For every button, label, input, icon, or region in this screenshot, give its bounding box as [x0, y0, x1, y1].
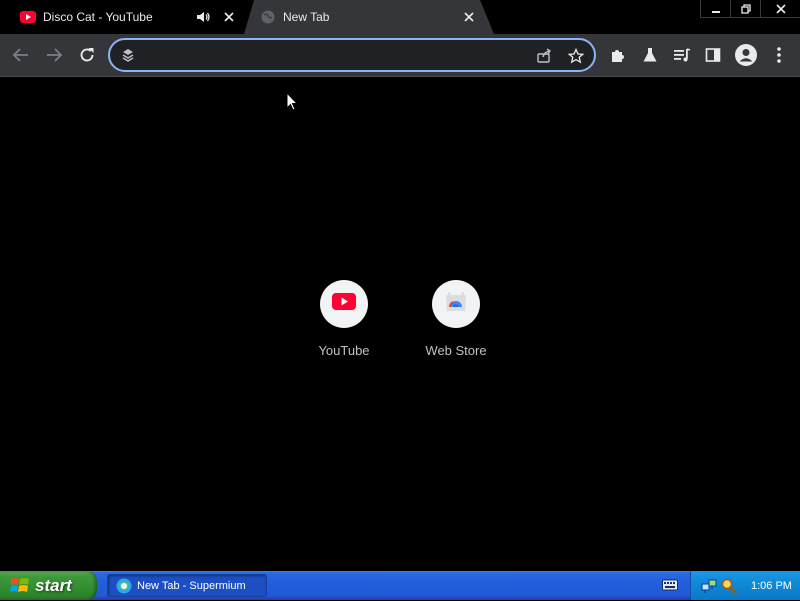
tab-youtube[interactable]: Disco Cat - YouTube [8, 0, 244, 34]
speaker-icon[interactable] [194, 8, 212, 26]
address-input[interactable] [144, 46, 524, 64]
youtube-icon [332, 293, 356, 315]
labs-flask-icon[interactable] [638, 43, 662, 67]
network-icon[interactable] [701, 578, 717, 594]
shortcut-label: Web Store [425, 343, 487, 358]
tab-title: New Tab [283, 10, 330, 24]
shortcut-label: YouTube [318, 343, 370, 358]
new-tab-page: YouTube Web Store [0, 78, 800, 571]
minimize-button[interactable] [700, 0, 730, 18]
media-queue-icon[interactable] [670, 43, 694, 67]
close-icon[interactable] [220, 8, 238, 26]
start-button[interactable]: start [0, 571, 97, 600]
supermium-icon [116, 578, 132, 594]
reload-icon[interactable] [75, 43, 99, 67]
side-panel-icon[interactable] [701, 43, 725, 67]
taskbar-window-button[interactable]: New Tab - Supermium [107, 574, 267, 597]
youtube-icon [20, 9, 36, 25]
tab-new-tab[interactable]: New Tab [244, 0, 494, 34]
system-tray: 1:06 PM [690, 571, 800, 600]
supermium-icon [120, 47, 136, 63]
forward-arrow-icon[interactable] [42, 43, 66, 67]
windows-logo-icon [10, 576, 30, 596]
share-icon[interactable] [534, 46, 554, 66]
tab-strip: Disco Cat - YouTube New Tab [0, 0, 800, 34]
browser-toolbar [0, 34, 800, 77]
shortcut-tile[interactable] [320, 280, 368, 328]
restore-button[interactable] [730, 0, 760, 18]
shortcut-web-store[interactable]: Web Store [400, 280, 512, 370]
shortcut-tile[interactable] [432, 280, 480, 328]
web-store-icon [445, 286, 467, 317]
window-close-button[interactable] [760, 0, 800, 18]
mouse-cursor-icon [286, 91, 299, 116]
taskbar-window-label: New Tab - Supermium [137, 579, 246, 592]
more-menu-icon[interactable] [767, 43, 791, 67]
address-bar[interactable] [108, 38, 596, 72]
profile-avatar-icon[interactable] [734, 43, 758, 67]
search-icon[interactable] [721, 578, 737, 594]
taskbar: start New Tab - Supermium 1:06 PM [0, 571, 800, 600]
taskbar-clock[interactable]: 1:06 PM [751, 580, 792, 592]
close-icon[interactable] [460, 8, 478, 26]
start-label: start [35, 575, 72, 595]
bookmark-star-icon[interactable] [566, 46, 586, 66]
tab-title: Disco Cat - YouTube [43, 10, 153, 24]
back-arrow-icon[interactable] [9, 43, 33, 67]
keyboard-icon[interactable] [662, 578, 678, 592]
extensions-puzzle-icon[interactable] [606, 43, 630, 67]
shortcut-youtube[interactable]: YouTube [288, 280, 400, 370]
window-controls [700, 0, 800, 18]
globe-icon [260, 9, 276, 25]
